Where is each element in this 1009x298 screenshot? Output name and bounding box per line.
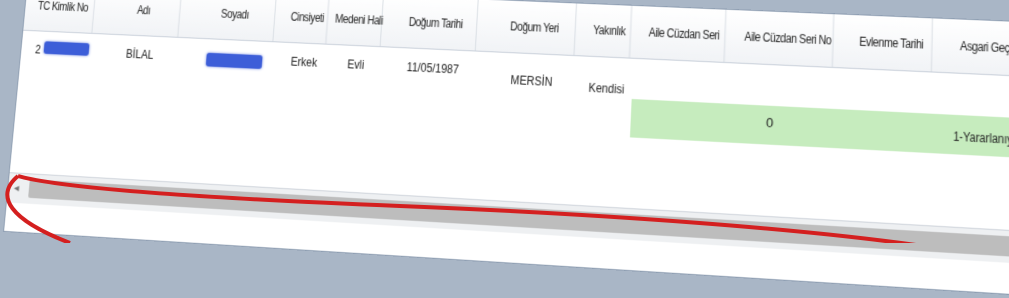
red-annotation-ellipse	[0, 0, 1009, 243]
